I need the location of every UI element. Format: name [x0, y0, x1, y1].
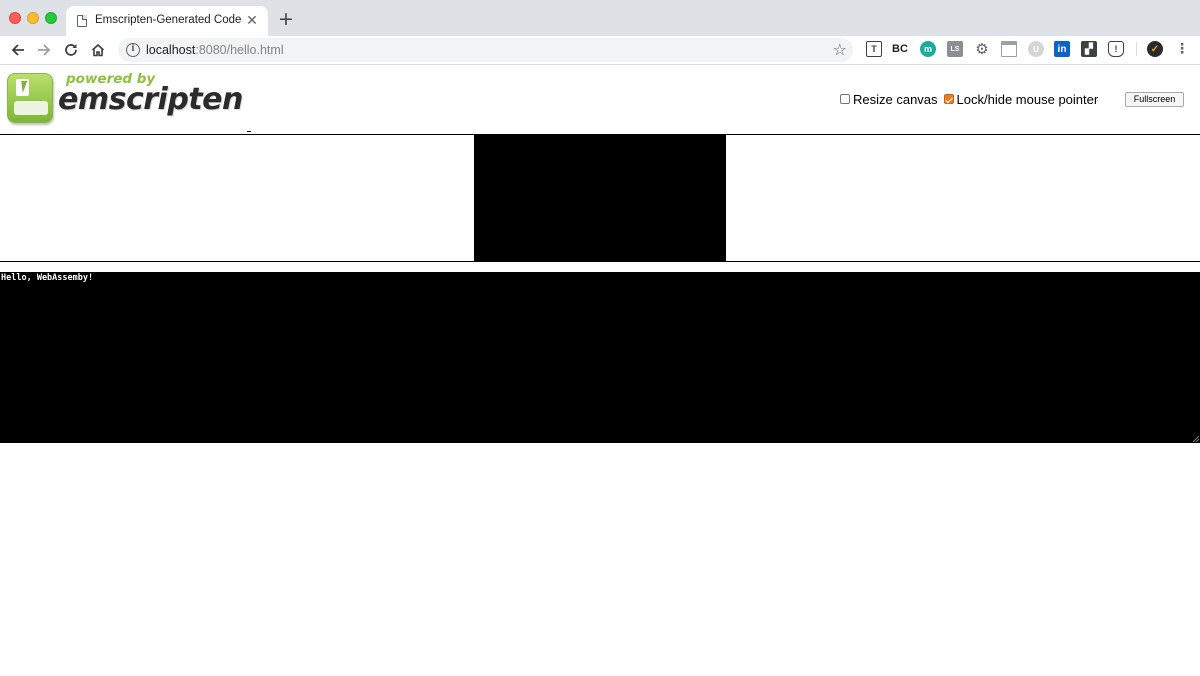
- lock-pointer-checkbox[interactable]: [943, 94, 954, 104]
- home-icon: [91, 43, 105, 57]
- toolbar-divider: [1136, 42, 1137, 56]
- spinner-remnant: [247, 131, 251, 132]
- tab-title: Emscripten-Generated Code: [95, 14, 242, 26]
- back-button[interactable]: [7, 39, 29, 61]
- forward-button[interactable]: [33, 39, 55, 61]
- zoom-window-button[interactable]: [45, 12, 57, 24]
- output-textarea[interactable]: Hello, WebAssemby!: [0, 272, 1200, 443]
- emscripten-badge-icon: [7, 73, 53, 123]
- emscripten-canvas[interactable]: [474, 135, 726, 261]
- page-content: powered by emscripten Resize canvas Lock…: [0, 66, 1200, 676]
- output-text: Hello, WebAssemby!: [1, 273, 94, 283]
- fullscreen-button[interactable]: Fullscreen: [1125, 92, 1184, 107]
- url-host: localhost: [146, 43, 196, 57]
- lightning-bolt-icon: [16, 79, 29, 96]
- canvas-container: [0, 134, 1200, 262]
- minimize-window-button[interactable]: [27, 12, 39, 24]
- site-info-icon[interactable]: i: [126, 43, 140, 57]
- browser-tab[interactable]: Emscripten-Generated Code ✕: [66, 6, 268, 36]
- reload-button[interactable]: [60, 39, 82, 61]
- address-bar[interactable]: i localhost:8080/hello.html ☆: [118, 38, 853, 62]
- bookmark-star-icon[interactable]: ☆: [833, 40, 847, 59]
- menu-icon[interactable]: ⋮: [1174, 41, 1190, 57]
- emscripten-logo[interactable]: powered by emscripten: [6, 71, 243, 129]
- tampermonkey-icon[interactable]: T: [866, 41, 882, 57]
- forward-arrow-icon: [38, 44, 51, 56]
- ls-extension-icon[interactable]: LS: [947, 41, 963, 57]
- image-extension-icon[interactable]: ▞: [1081, 41, 1097, 57]
- gear-extension-icon[interactable]: ⚙: [974, 40, 990, 58]
- browser-tabstrip: Emscripten-Generated Code ✕ +: [0, 0, 1200, 36]
- bc-extension-icon[interactable]: BC: [892, 41, 908, 57]
- shield-extension-icon[interactable]: !: [1108, 41, 1124, 57]
- window-extension-icon[interactable]: [1001, 41, 1017, 57]
- resize-canvas-label: Resize canvas: [853, 91, 938, 107]
- logo-plate: [14, 101, 48, 115]
- linkedin-icon[interactable]: in: [1054, 41, 1070, 57]
- resize-canvas-checkbox[interactable]: [840, 94, 850, 104]
- url-text: localhost:8080/hello.html: [146, 43, 284, 57]
- logo-wordmark: emscripten: [58, 82, 243, 117]
- url-path: :8080/hello.html: [195, 43, 284, 57]
- browser-toolbar: i localhost:8080/hello.html ☆: [0, 36, 1200, 65]
- m-extension-icon[interactable]: m: [920, 41, 936, 57]
- new-tab-button[interactable]: +: [276, 9, 296, 29]
- resize-grip-icon[interactable]: [1193, 436, 1199, 442]
- page-favicon-icon: [77, 15, 87, 27]
- back-arrow-icon: [11, 44, 24, 56]
- home-button[interactable]: [87, 39, 109, 61]
- close-window-button[interactable]: [9, 12, 21, 24]
- profile-avatar-icon[interactable]: ✓: [1147, 41, 1163, 57]
- lock-pointer-label: Lock/hide mouse pointer: [956, 91, 1099, 107]
- tab-close-icon[interactable]: ✕: [244, 12, 260, 28]
- reload-icon: [65, 44, 77, 56]
- canvas-controls: Resize canvas Lock/hide mouse pointer: [840, 90, 1104, 108]
- circle-extension-icon[interactable]: U: [1028, 41, 1044, 57]
